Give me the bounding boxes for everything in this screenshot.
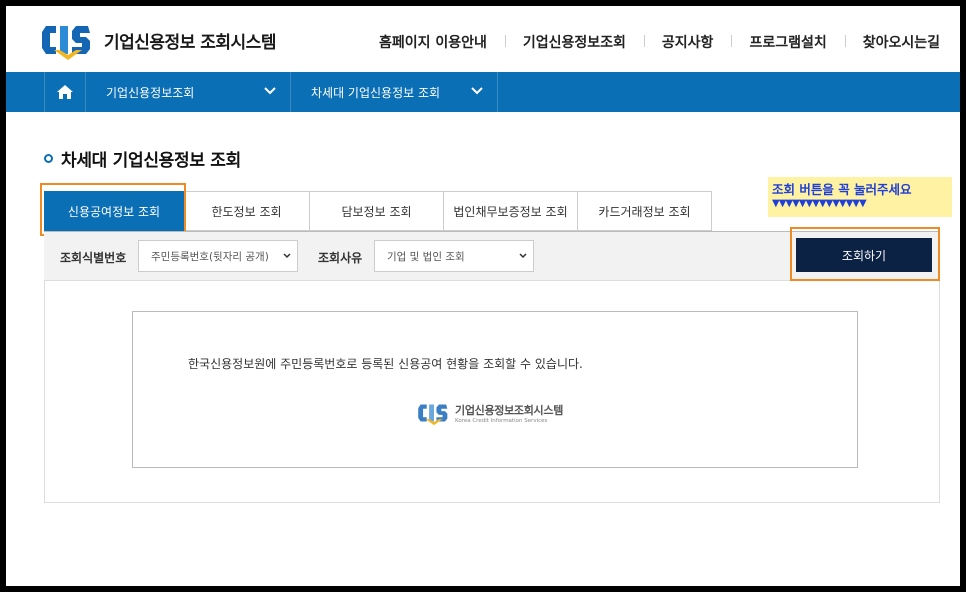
button-highlight-box bbox=[790, 227, 940, 281]
info-description: 한국신용정보원에 주민등록번호로 등록된 신용공여 현황을 조회할 수 있습니다… bbox=[188, 357, 583, 371]
gnb-notice[interactable]: 공지사항 bbox=[643, 32, 732, 52]
info-logo-subtitle: Korea Credit Information Services bbox=[455, 418, 548, 424]
tab-collateral-info[interactable]: 담보정보 조회 bbox=[310, 191, 444, 231]
chevron-down-icon bbox=[471, 87, 483, 95]
logo-text: 기업신용정보 조회시스템 bbox=[104, 32, 276, 53]
gnb-guide[interactable]: 홈페이지 이용안내 bbox=[361, 32, 505, 52]
site-header: 기업신용정보 조회시스템 홈페이지 이용안내 기업신용정보조회 공지사항 프로그… bbox=[6, 6, 960, 72]
page-title: 차세대 기업신용정보 조회 bbox=[61, 151, 241, 171]
tab-corporate-guarantee[interactable]: 법인채무보증정보 조회 bbox=[444, 191, 578, 231]
nav-select-page[interactable]: 차세대 기업신용정보 조회 bbox=[291, 72, 498, 112]
browser-frame: 기업신용정보 조회시스템 홈페이지 이용안내 기업신용정보조회 공지사항 프로그… bbox=[6, 6, 960, 586]
gnb-program-install[interactable]: 프로그램설치 bbox=[731, 32, 844, 52]
info-logo-title: 기업신용정보조회시스템 bbox=[455, 404, 564, 417]
chevron-down-icon bbox=[519, 253, 527, 259]
tab-limit-info[interactable]: 한도정보 조회 bbox=[184, 191, 310, 231]
notice-text: 조회 버튼을 꼭 눌러주세요 bbox=[772, 182, 912, 197]
notice-arrows: ▼▼▼▼▼▼▼▼▼▼▼▼▼▼ bbox=[772, 198, 867, 209]
reason-label: 조회사유 bbox=[318, 251, 363, 265]
reason-select[interactable]: 기업 및 법인 조회 bbox=[374, 240, 534, 272]
cis-logo-icon bbox=[42, 26, 90, 60]
reason-value: 기업 및 법인 조회 bbox=[387, 250, 465, 263]
info-box: 한국신용정보원에 주민등록번호로 등록된 신용공여 현황을 조회할 수 있습니다… bbox=[132, 311, 858, 468]
id-type-select[interactable]: 주민등록번호(뒷자리 공개) bbox=[138, 240, 298, 272]
chevron-down-icon bbox=[283, 253, 291, 259]
nav-select-category[interactable]: 기업신용정보조회 bbox=[86, 72, 291, 112]
id-type-label: 조회식별번호 bbox=[60, 251, 127, 265]
page-title-block: 차세대 기업신용정보 조회 bbox=[44, 146, 241, 171]
site-logo[interactable]: 기업신용정보 조회시스템 bbox=[40, 20, 276, 60]
cis-logo-icon bbox=[418, 404, 448, 426]
info-logo: 기업신용정보조회시스템 Korea Credit Information Ser… bbox=[417, 400, 563, 426]
nav-select-category-label: 기업신용정보조회 bbox=[106, 85, 195, 100]
title-bullet-icon bbox=[44, 154, 53, 163]
home-icon bbox=[57, 85, 73, 99]
global-nav: 홈페이지 이용안내 기업신용정보조회 공지사항 프로그램설치 찾아오시는길 bbox=[361, 32, 946, 52]
breadcrumb-nav: 기업신용정보조회 차세대 기업신용정보 조회 bbox=[6, 72, 960, 112]
tab-card-transaction[interactable]: 카드거래정보 조회 bbox=[578, 191, 712, 231]
gnb-credit-info[interactable]: 기업신용정보조회 bbox=[504, 32, 644, 52]
home-button[interactable] bbox=[44, 72, 86, 112]
instruction-notice: 조회 버튼을 꼭 눌러주세요 ▼▼▼▼▼▼▼▼▼▼▼▼▼▼ bbox=[768, 177, 952, 217]
nav-select-page-label: 차세대 기업신용정보 조회 bbox=[311, 85, 441, 100]
gnb-directions[interactable]: 찾아오시는길 bbox=[844, 32, 946, 52]
tab-highlight-box bbox=[40, 183, 186, 236]
chevron-down-icon bbox=[264, 87, 276, 95]
id-type-value: 주민등록번호(뒷자리 공개) bbox=[151, 250, 269, 263]
